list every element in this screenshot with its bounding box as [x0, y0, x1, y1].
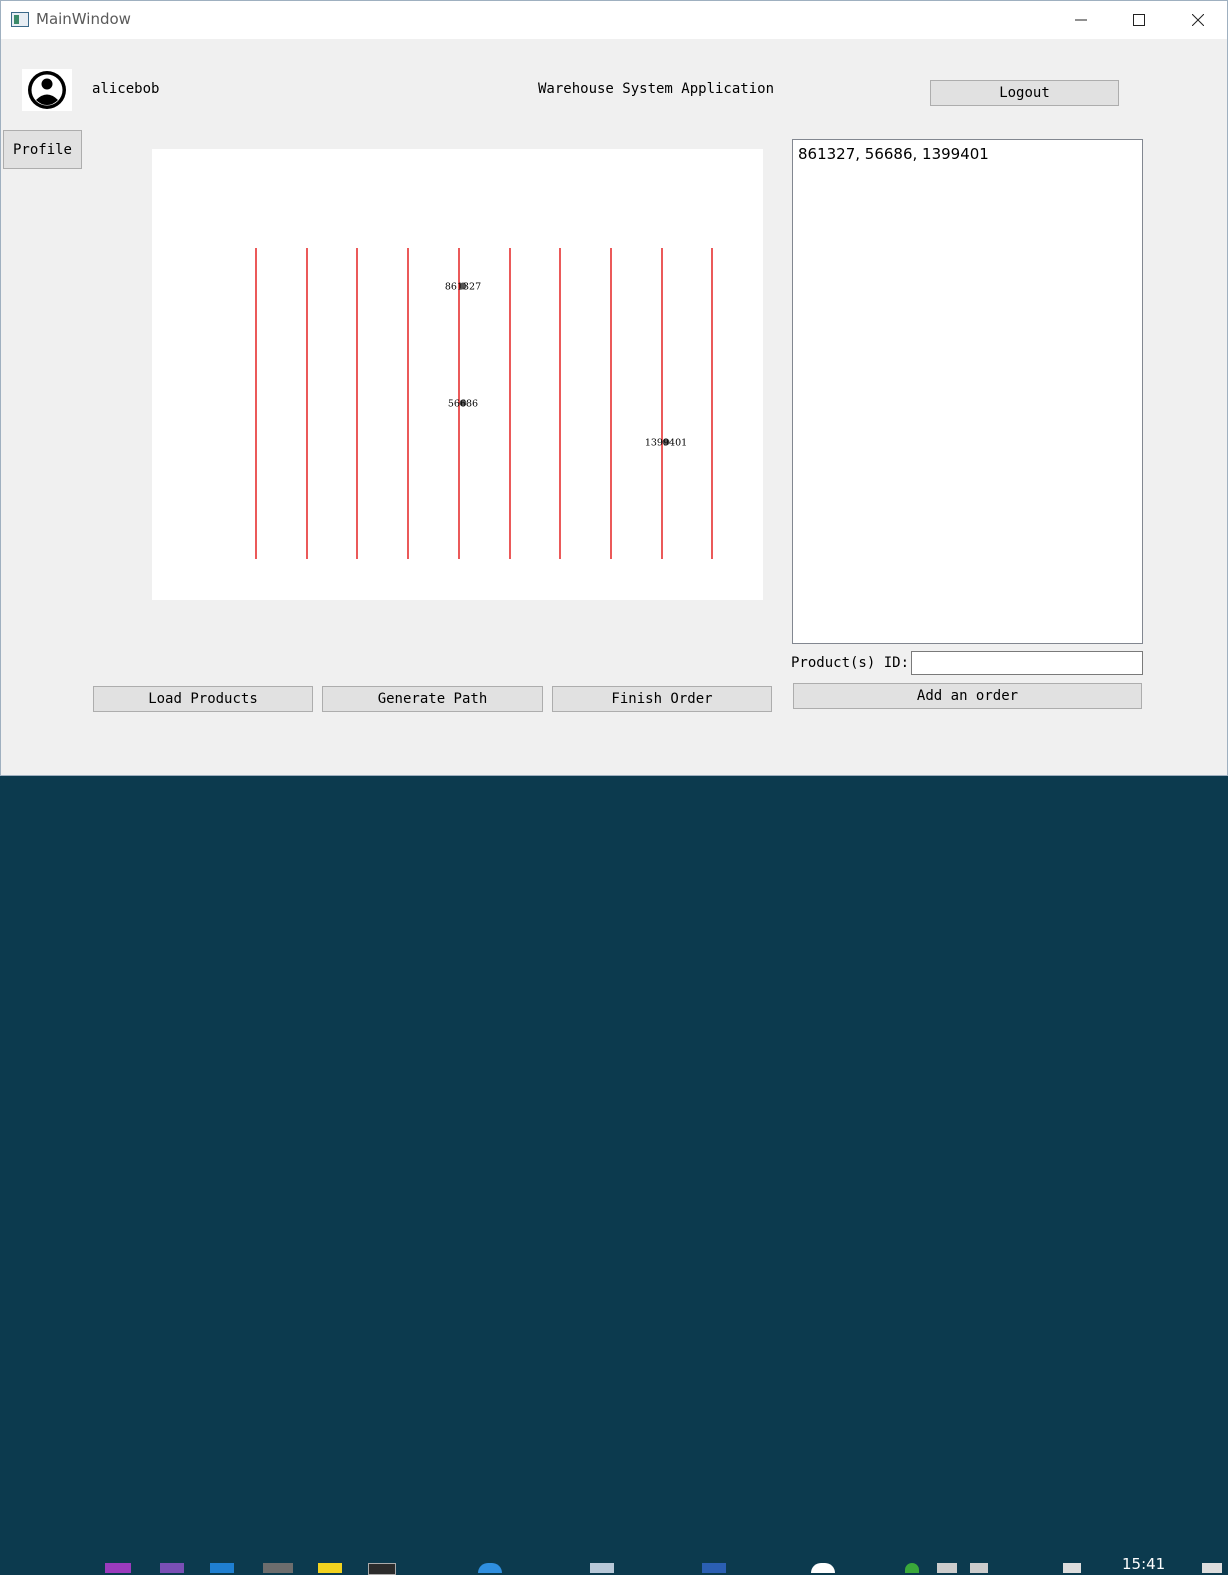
ime-icon[interactable]: [1063, 1563, 1081, 1573]
close-icon[interactable]: [1175, 1, 1221, 39]
tray-app-icon[interactable]: [811, 1563, 835, 1573]
window-app-icon[interactable]: [590, 1563, 614, 1573]
file-explorer-icon[interactable]: [263, 1563, 293, 1573]
minimize-icon[interactable]: [1058, 1, 1104, 39]
vscode-icon[interactable]: [210, 1563, 234, 1573]
product-label: 861327: [445, 282, 481, 293]
taskbar: 15:41: [0, 776, 1228, 1575]
warehouse-map-svg: 861327 56686 1399401: [255, 248, 713, 559]
app-window-icon: [11, 12, 29, 27]
logout-button[interactable]: Logout: [930, 80, 1119, 106]
finish-order-button[interactable]: Finish Order: [552, 686, 772, 712]
wechat-icon[interactable]: [905, 1563, 919, 1573]
display-icon[interactable]: [937, 1563, 957, 1573]
username-label: alicebob: [92, 81, 160, 97]
add-order-button[interactable]: Add an order: [793, 683, 1142, 709]
main-window: MainWindow alicebob Warehouse System App…: [0, 0, 1228, 776]
order-list-item[interactable]: 861327, 56686, 1399401: [798, 145, 989, 163]
warehouse-map: 861327 56686 1399401: [152, 149, 763, 600]
product-label: 1399401: [645, 438, 687, 449]
taskbar-clock[interactable]: 15:41: [1122, 1555, 1165, 1573]
profile-button[interactable]: Profile: [3, 130, 82, 169]
rider-app-icon[interactable]: [105, 1563, 131, 1573]
terminal-icon[interactable]: [368, 1563, 396, 1575]
title-bar[interactable]: MainWindow: [1, 1, 1227, 39]
product-label: 56686: [448, 399, 478, 410]
sticky-notes-icon[interactable]: [318, 1563, 342, 1573]
order-list[interactable]: 861327, 56686, 1399401: [792, 139, 1143, 644]
volume-icon[interactable]: [970, 1563, 988, 1573]
user-avatar-icon: [22, 69, 72, 111]
generate-path-button[interactable]: Generate Path: [322, 686, 543, 712]
load-products-button[interactable]: Load Products: [93, 686, 313, 712]
window-title: MainWindow: [36, 10, 131, 28]
notification-icon[interactable]: [1202, 1563, 1222, 1573]
product-id-label: Product(s) ID:: [791, 655, 910, 671]
zoom-icon[interactable]: [478, 1563, 502, 1573]
product-id-input[interactable]: [911, 651, 1143, 675]
visual-studio-icon[interactable]: [160, 1563, 184, 1573]
word-icon[interactable]: [702, 1563, 726, 1573]
maximize-icon[interactable]: [1116, 1, 1162, 39]
app-title: Warehouse System Application: [538, 81, 775, 97]
